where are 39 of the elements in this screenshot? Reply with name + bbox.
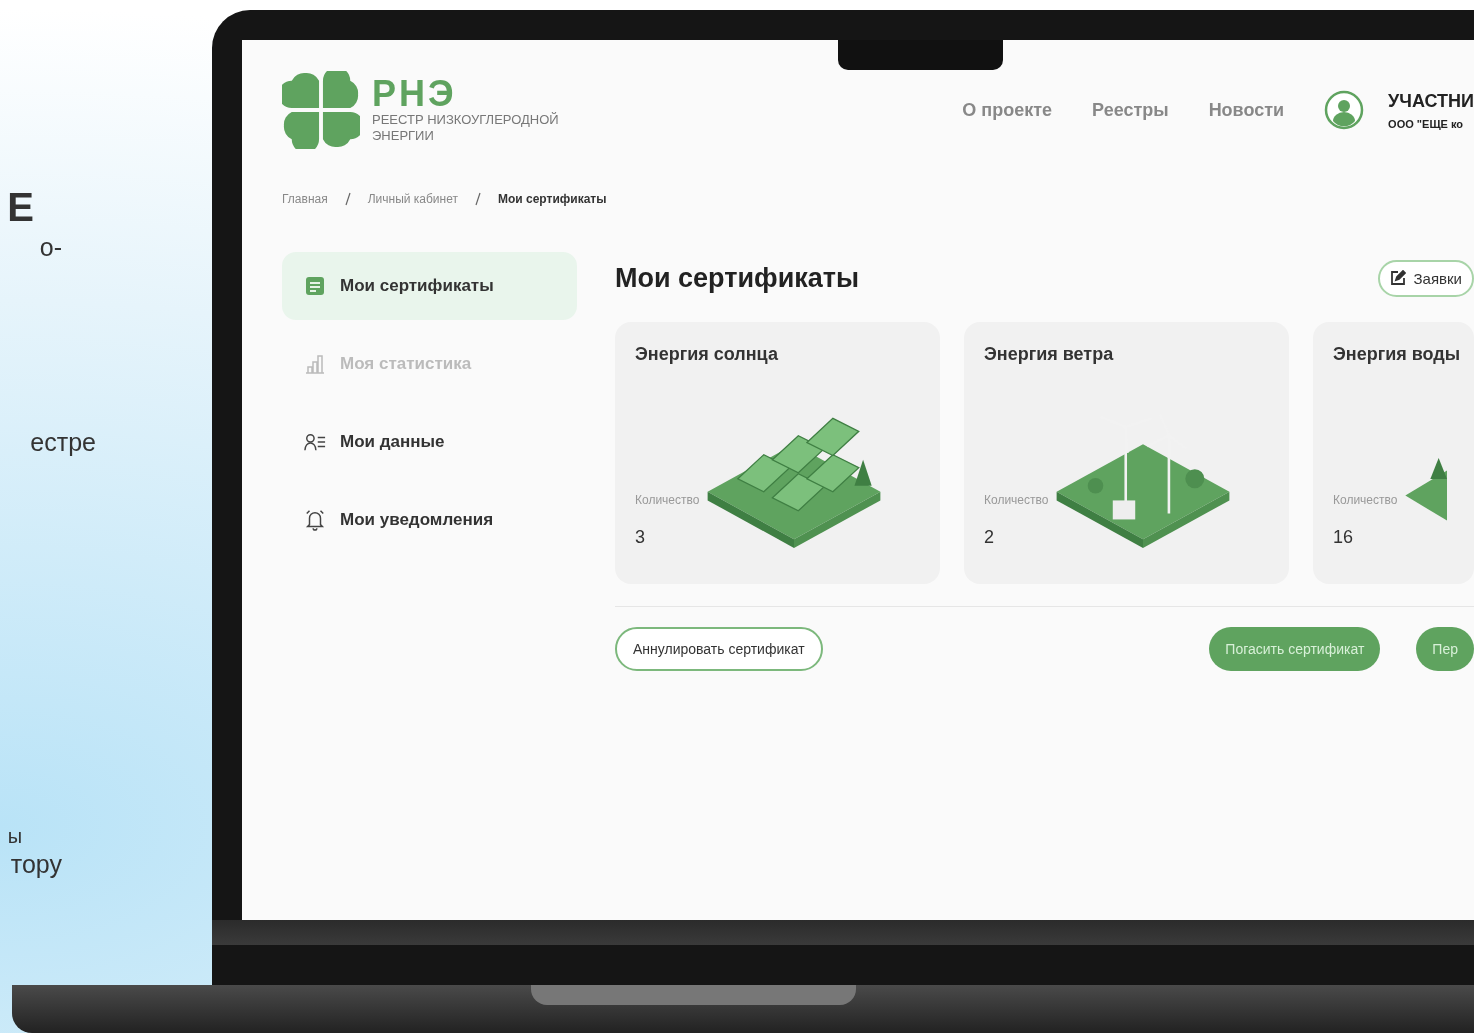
edit-icon [1389,270,1406,286]
logo-title: РНЭ [372,76,457,113]
background-text: естре [30,428,96,457]
background-text: о- [39,233,62,262]
breadcrumb-link[interactable]: Личный кабинет [367,192,458,206]
document-icon [304,275,326,297]
quantity-label: Количество [984,493,1049,507]
bar-chart-icon [304,353,326,375]
person-list-icon [304,431,326,453]
requests-button[interactable]: Заявки [1377,259,1474,297]
quantity-label: Количество [1333,493,1398,507]
slash-separator-icon [473,192,482,206]
certificate-card[interactable]: Энергия солнца Количество 3 [615,322,940,584]
quantity-value: 3 [635,527,646,548]
slash-separator-icon [343,192,352,206]
certificate-card[interactable]: Энергия ветра Количество 2 [964,322,1289,584]
card-title: Энергия воды [1333,344,1462,365]
logo-subtitle: РЕЕСТР НИЗКОУГЛЕРОДНОЙ ЭНЕРГИИ [372,112,560,144]
clover-logo-icon [282,71,360,149]
breadcrumb-link[interactable]: Главная [282,192,328,206]
bell-icon [304,509,326,531]
user-avatar-icon[interactable] [1324,90,1365,130]
background-text: Е [7,185,34,229]
sidebar-item[interactable]: Мои данные [282,408,577,476]
certificate-card[interactable]: Энергия воды Количество 16 [1313,322,1474,584]
background-text: ы [7,825,22,848]
card-title: Энергия солнца [635,344,779,365]
organization-name: ООО "ЕЩЕ ко [1388,117,1465,130]
quantity-label: Количество [635,493,700,507]
breadcrumb-link[interactable]: Мои сертификаты [497,192,607,206]
card-title: Энергия ветра [984,344,1115,365]
user-role: УЧАСТНИ [1388,90,1474,112]
quantity-value: 2 [984,527,995,548]
page-title: Мои сертификаты [615,262,860,294]
background-text: тору [10,850,62,879]
quantity-value: 16 [1333,527,1355,548]
sidebar-item[interactable]: Мои сертификаты [282,252,577,320]
certificate-action-button[interactable]: Аннулировать сертификат [615,627,823,671]
sidebar-item[interactable]: Мои уведомления [282,486,577,554]
